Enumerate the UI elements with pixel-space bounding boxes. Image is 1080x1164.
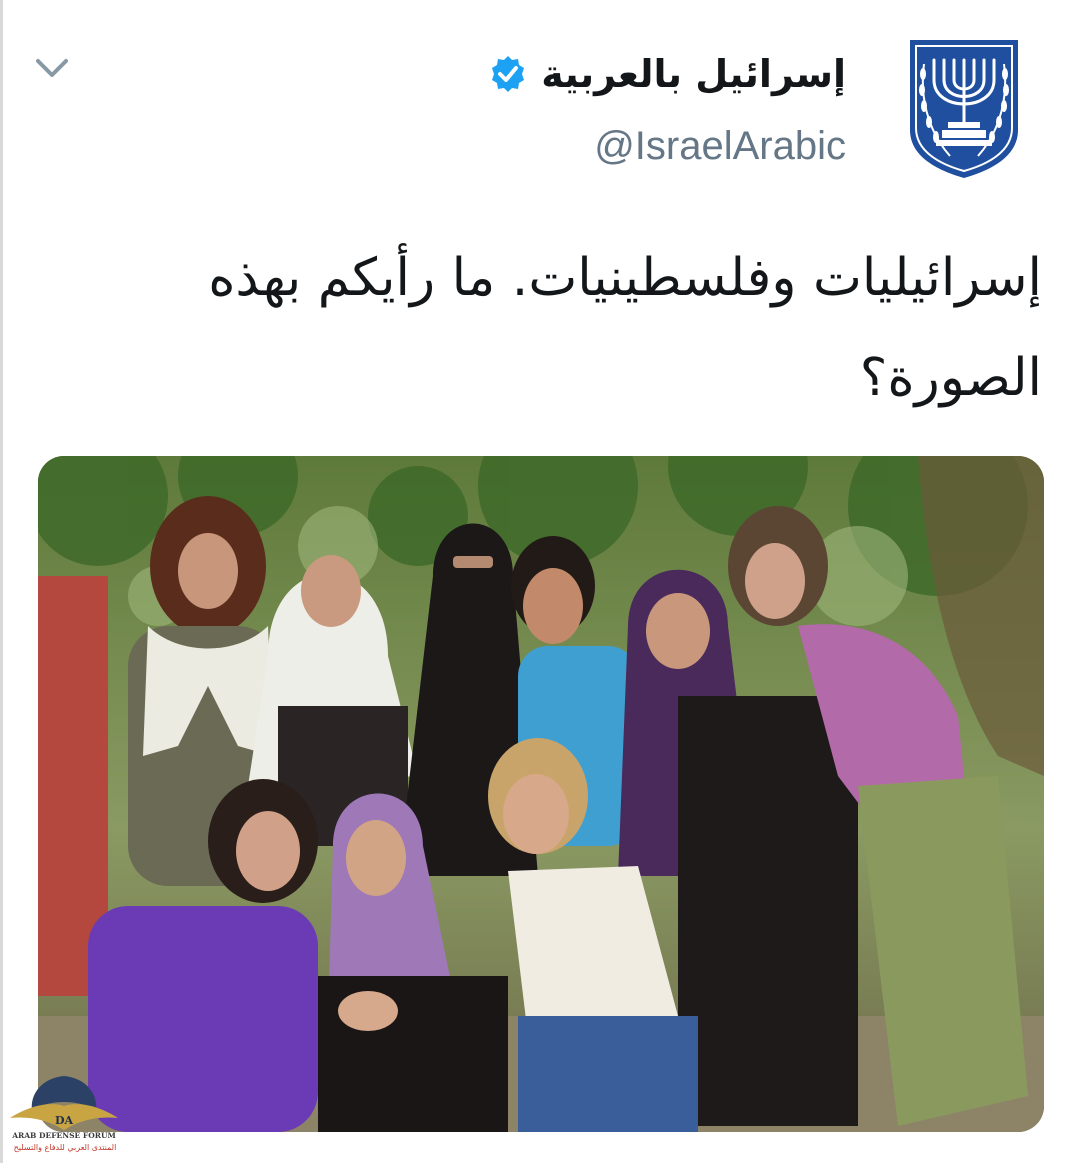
tweet-text-line: إسرائيليات وفلسطينيات. ما رأيكم بهذه [208, 248, 1042, 308]
watermark-logo-text: DA [55, 1114, 74, 1127]
israel-emblem-menorah-icon[interactable] [902, 34, 1026, 180]
tweet-card: إسرائيل بالعربية @IsraelArabic إسرائيليا… [0, 0, 1080, 1163]
tweet-photo[interactable] [38, 456, 1044, 1132]
watermark-subtitle: المنتدى العربي للدفاع والتسليح [13, 1143, 117, 1152]
tweet-text: إسرائيليات وفلسطينيات. ما رأيكم بهذه الص… [62, 228, 1042, 428]
verified-badge-icon [489, 55, 527, 93]
tweet-text-line: الصورة؟ [859, 348, 1042, 408]
chevron-down-icon[interactable] [34, 54, 70, 84]
watermark-title: ARAB DEFENSE FORUM [12, 1131, 116, 1140]
author-handle[interactable]: @IsraelArabic [594, 124, 846, 169]
display-name[interactable]: إسرائيل بالعربية [541, 52, 846, 96]
timeline-divider [0, 0, 3, 1163]
author-name-row[interactable]: إسرائيل بالعربية [489, 44, 846, 104]
